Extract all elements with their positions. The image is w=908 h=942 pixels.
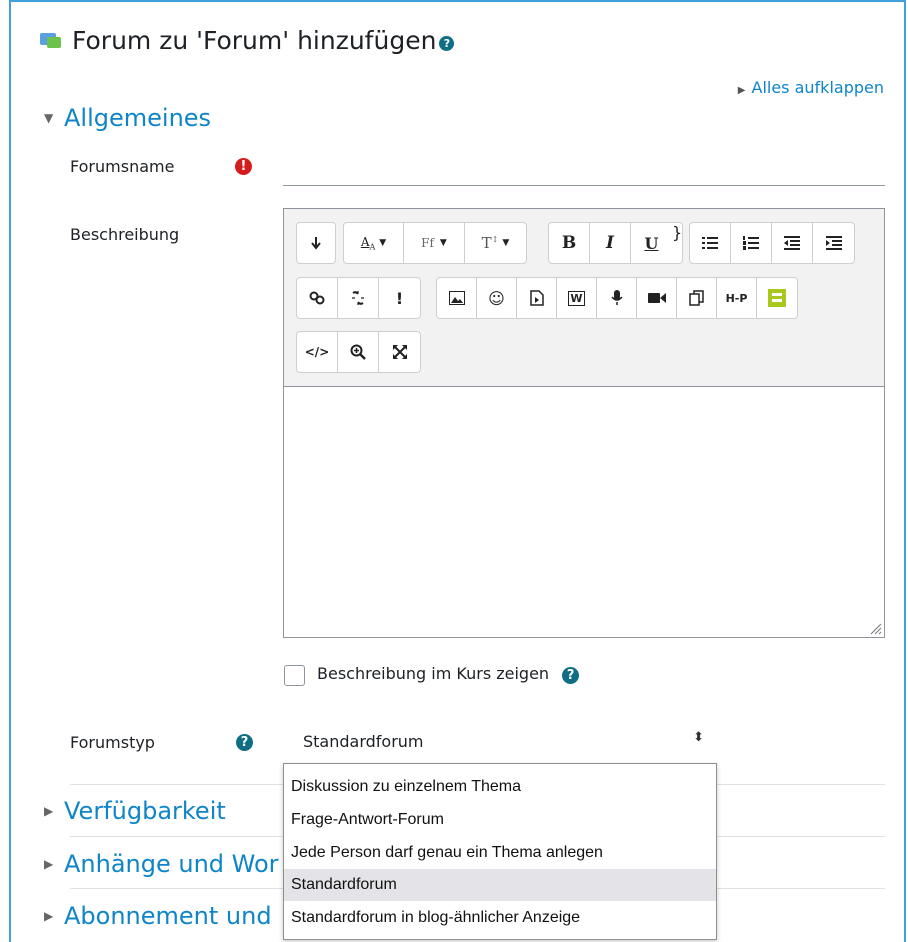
editor-toolbar: AA ▼ Ff ▼ T↕ ▼ B I U } ! ☺ W H-P </>: [284, 209, 884, 387]
section-general[interactable]: ▼ Allgemeines: [44, 104, 211, 132]
toolbar-group-links: !: [296, 277, 421, 319]
emoticon-button[interactable]: ☺: [477, 278, 517, 318]
toolbar-group-other: </>: [296, 331, 421, 373]
show-description-label: Beschreibung im Kurs zeigen ?: [317, 664, 580, 684]
manage-files-button[interactable]: [677, 278, 717, 318]
files-icon: [688, 290, 704, 306]
font-size-icon: T↕: [481, 234, 499, 252]
underline-button[interactable]: U: [631, 223, 672, 263]
font-color-button[interactable]: AA ▼: [344, 223, 404, 263]
forum-type-label: Forumstyp: [70, 733, 155, 752]
forum-type-value: Standardforum: [303, 732, 424, 751]
indent-icon: [825, 236, 842, 250]
show-description-text: Beschreibung im Kurs zeigen: [317, 664, 550, 683]
generico-button[interactable]: [757, 278, 797, 318]
code-icon: </>: [304, 345, 330, 359]
font-family-icon: Ff: [421, 236, 434, 250]
ordered-list-icon: [743, 236, 759, 250]
resize-handle-icon[interactable]: [868, 621, 882, 635]
font-color-icon: AA: [360, 234, 376, 252]
forum-type-dropdown: Diskussion zu einzelnem Thema Frage-Antw…: [283, 763, 717, 940]
section-availability-label: Verfügbarkeit: [64, 797, 226, 825]
word-import-button[interactable]: W: [557, 278, 597, 318]
microphone-icon: [610, 290, 623, 305]
forum-name-label: Forumsname: [70, 157, 175, 176]
section-general-label: Allgemeines: [64, 104, 212, 132]
fullscreen-button[interactable]: [379, 332, 420, 372]
section-attachments[interactable]: ▶ Anhänge und Wor: [44, 850, 279, 878]
dropdown-option-selected[interactable]: Standardforum: [284, 869, 716, 901]
unlink-button[interactable]: [338, 278, 379, 318]
outdent-icon: [784, 236, 800, 250]
ordered-list-button[interactable]: [731, 223, 772, 263]
indent-button[interactable]: [813, 223, 854, 263]
expand-all-link[interactable]: ▶ Alles aufklappen: [738, 78, 884, 97]
media-icon: [529, 290, 544, 306]
unordered-list-icon: [702, 237, 718, 249]
show-more-button[interactable]: [297, 223, 335, 263]
html-button[interactable]: </>: [297, 332, 338, 372]
link-button[interactable]: [297, 278, 338, 318]
unordered-list-button[interactable]: [690, 223, 731, 263]
zoom-in-icon: [350, 344, 366, 360]
font-family-button[interactable]: Ff ▼: [404, 223, 465, 263]
media-button[interactable]: [517, 278, 557, 318]
expand-all-label: Alles aufklappen: [751, 78, 885, 97]
caret-right-icon: ▶: [737, 85, 746, 96]
video-camera-icon: [647, 293, 666, 303]
help-icon[interactable]: ?: [562, 667, 580, 684]
image-button[interactable]: [437, 278, 477, 318]
show-description-checkbox[interactable]: [284, 665, 305, 686]
toolbar-group-insert: ☺ W H-P: [436, 277, 798, 319]
page-title: Forum zu 'Forum' hinzufügen ?: [40, 26, 455, 55]
section-attachments-label: Anhänge und Wor: [64, 850, 279, 878]
emoji-picker-button[interactable]: !: [379, 278, 420, 318]
accessibility-checker-button[interactable]: [338, 332, 379, 372]
h5p-button[interactable]: H-P: [717, 278, 757, 318]
section-subscription[interactable]: ▶ Abonnement und: [44, 902, 272, 930]
toolbar-group-style2: B I U }: [548, 222, 684, 264]
description-label: Beschreibung: [70, 225, 180, 244]
forum-name-input[interactable]: [283, 144, 885, 186]
image-icon: [448, 291, 465, 305]
toolbar-group-style1: AA ▼ Ff ▼ T↕ ▼: [343, 222, 527, 264]
bold-button[interactable]: B: [549, 223, 590, 263]
dropdown-option[interactable]: Standardforum in blog-ähnlicher Anzeige: [284, 902, 716, 934]
dropdown-option[interactable]: Frage-Antwort-Forum: [284, 804, 716, 836]
help-icon[interactable]: ?: [439, 36, 455, 51]
description-textarea[interactable]: [284, 387, 884, 637]
font-size-button[interactable]: T↕ ▼: [465, 223, 526, 263]
page-title-text: Forum zu 'Forum' hinzufügen: [72, 26, 437, 55]
italic-button[interactable]: I: [590, 223, 631, 263]
record-video-button[interactable]: [637, 278, 677, 318]
caret-right-icon: ▶: [44, 804, 54, 818]
dropdown-option[interactable]: Jede Person darf genau ein Thema anlegen: [284, 837, 716, 869]
word-icon: W: [568, 290, 585, 306]
generico-icon: [768, 289, 786, 307]
toolbar-group-list: [689, 222, 855, 264]
record-audio-button[interactable]: [597, 278, 637, 318]
description-editor: AA ▼ Ff ▼ T↕ ▼ B I U } ! ☺ W H-P </>: [283, 208, 885, 638]
toolbar-group-collapse: [296, 222, 336, 264]
section-subscription-label: Abonnement und: [64, 902, 272, 930]
expand-icon: [392, 345, 407, 359]
dropdown-option[interactable]: Diskussion zu einzelnem Thema: [284, 771, 716, 803]
forum-icon: [40, 31, 66, 51]
show-more-icon: [311, 237, 321, 250]
smiley-icon: ☺: [488, 288, 505, 308]
caret-right-icon: ▶: [44, 909, 54, 923]
unlink-icon: [352, 291, 364, 305]
caret-right-icon: ▶: [44, 857, 54, 871]
link-icon: [309, 291, 325, 305]
select-arrows-icon: ⬍: [693, 730, 704, 745]
caret-down-icon: ▼: [44, 111, 54, 125]
forum-type-select[interactable]: Standardforum ⬍: [283, 718, 718, 766]
help-icon[interactable]: ?: [236, 734, 253, 751]
required-icon: !: [235, 158, 252, 175]
section-availability[interactable]: ▶ Verfügbarkeit: [44, 797, 226, 825]
outdent-button[interactable]: [772, 223, 813, 263]
